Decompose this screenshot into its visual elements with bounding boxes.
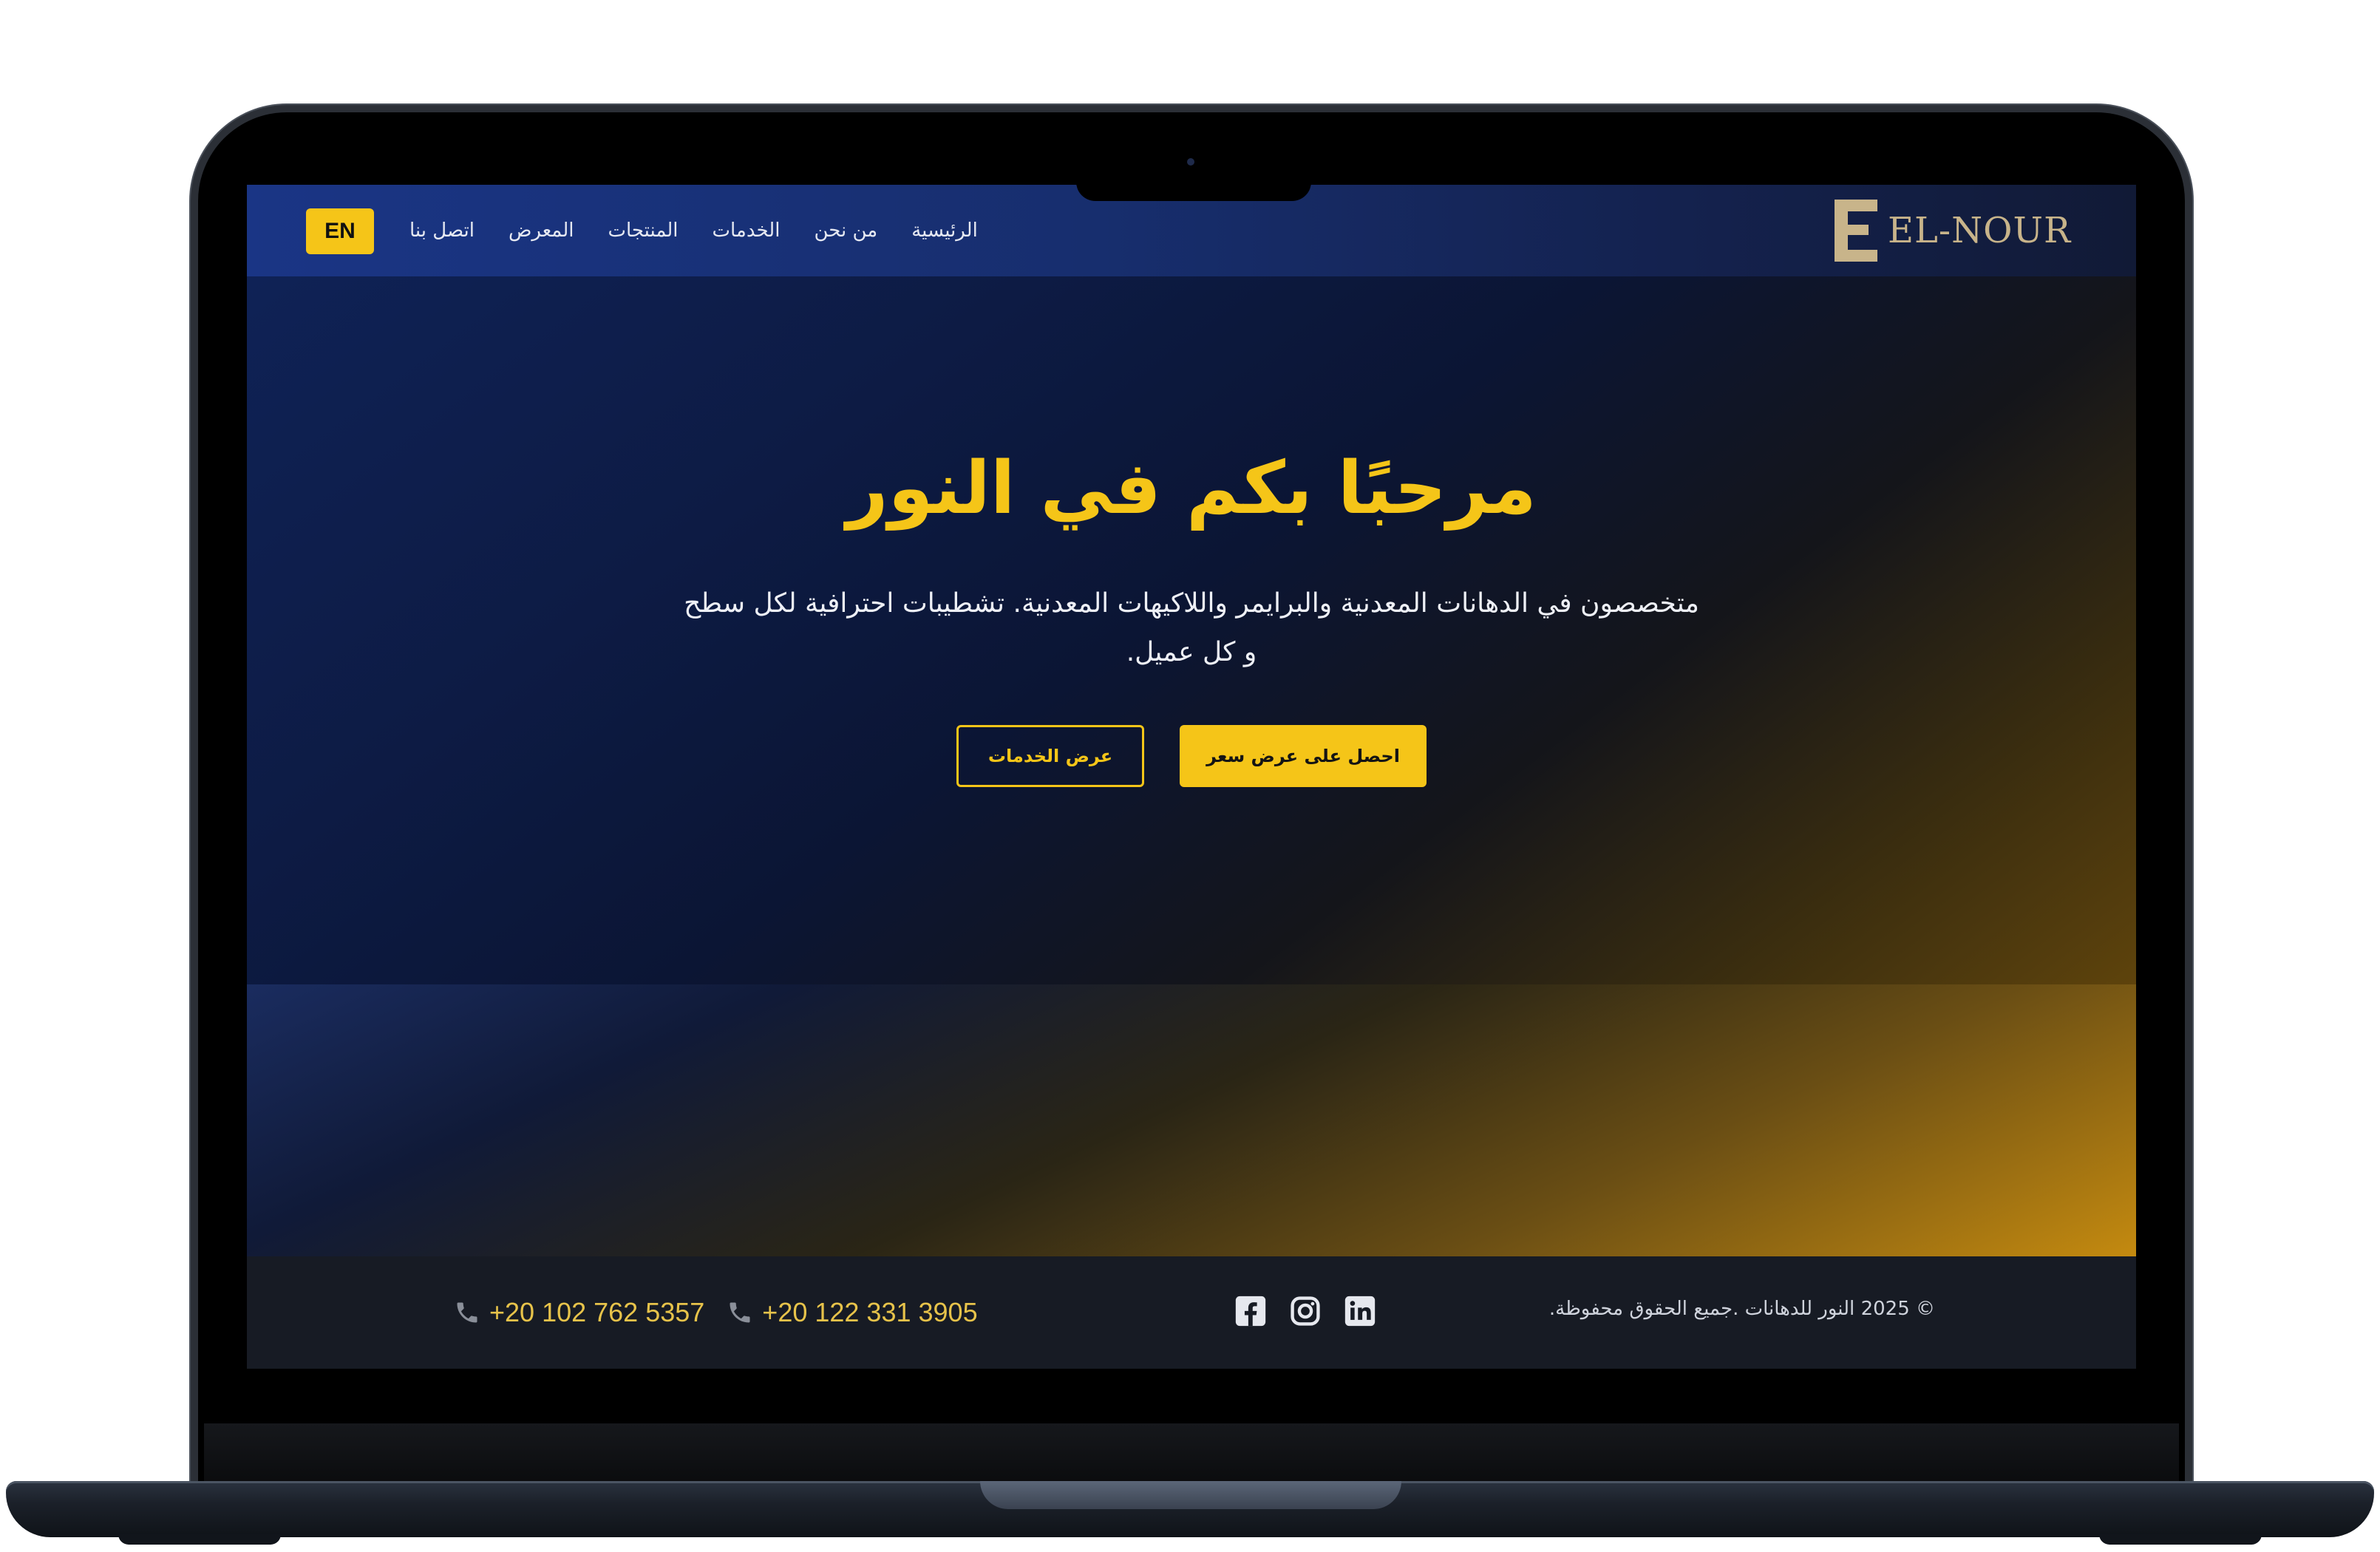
footer-phones: +20 102 762 5357 +20 122 331 3905 <box>454 1292 978 1333</box>
hero-subtitle: متخصصون في الدهانات المعدنية والبرايمر و… <box>684 588 1699 667</box>
linkedin-icon[interactable] <box>1344 1295 1376 1327</box>
nav-item-gallery[interactable]: المعرض <box>509 219 574 242</box>
nav-item-home[interactable]: الرئيسية <box>911 219 978 242</box>
laptop-foot-right <box>2099 1534 2262 1545</box>
nav-item-contact[interactable]: اتصل بنا <box>409 219 475 242</box>
website-screen: EL-NOUR الرئيسية من نحن الخدمات المنتجات… <box>247 185 2136 1369</box>
hero-title: مرحبًا بكم في النور <box>846 446 1537 531</box>
brand-logo[interactable]: EL-NOUR <box>1835 195 2071 266</box>
view-services-button[interactable]: عرض الخدمات <box>956 725 1144 787</box>
camera-icon <box>1187 158 1194 166</box>
facebook-icon[interactable] <box>1234 1295 1267 1327</box>
nav-item-about[interactable]: من نحن <box>814 219 877 242</box>
logo-text: EL-NOUR <box>1888 210 2072 251</box>
laptop-hinge-notch <box>980 1481 1401 1509</box>
phone-number: +20 102 762 5357 <box>489 1297 705 1327</box>
phone-icon <box>457 1302 477 1323</box>
logo-e-icon <box>1835 200 1877 262</box>
footer: +20 102 762 5357 +20 122 331 3905 © 2025… <box>247 1256 2136 1369</box>
phone-icon <box>730 1302 750 1323</box>
nav-item-products[interactable]: المنتجات <box>608 219 678 242</box>
nav-links: الرئيسية من نحن الخدمات المنتجات المعرض … <box>409 214 978 247</box>
gradient-band <box>247 984 2136 1256</box>
copyright-text: © 2025 النور للدهانات .جميع الحقوق محفوظ… <box>1548 1298 1935 1320</box>
instagram-icon[interactable] <box>1289 1295 1322 1327</box>
laptop-chin <box>204 1423 2179 1483</box>
phone-number: +20 122 331 3905 <box>762 1297 978 1327</box>
language-toggle-button[interactable]: EN <box>306 208 374 254</box>
get-quote-button[interactable]: احصل على عرض سعر <box>1180 725 1427 787</box>
social-links <box>1234 1295 1376 1327</box>
nav-item-services[interactable]: الخدمات <box>713 219 781 242</box>
phone-contact[interactable]: +20 122 331 3905 <box>727 1297 978 1328</box>
phone-contact[interactable]: +20 102 762 5357 <box>454 1297 704 1328</box>
laptop-foot-left <box>118 1534 281 1545</box>
hero-section: مرحبًا بكم في النور متخصصون في الدهانات … <box>247 276 2136 984</box>
